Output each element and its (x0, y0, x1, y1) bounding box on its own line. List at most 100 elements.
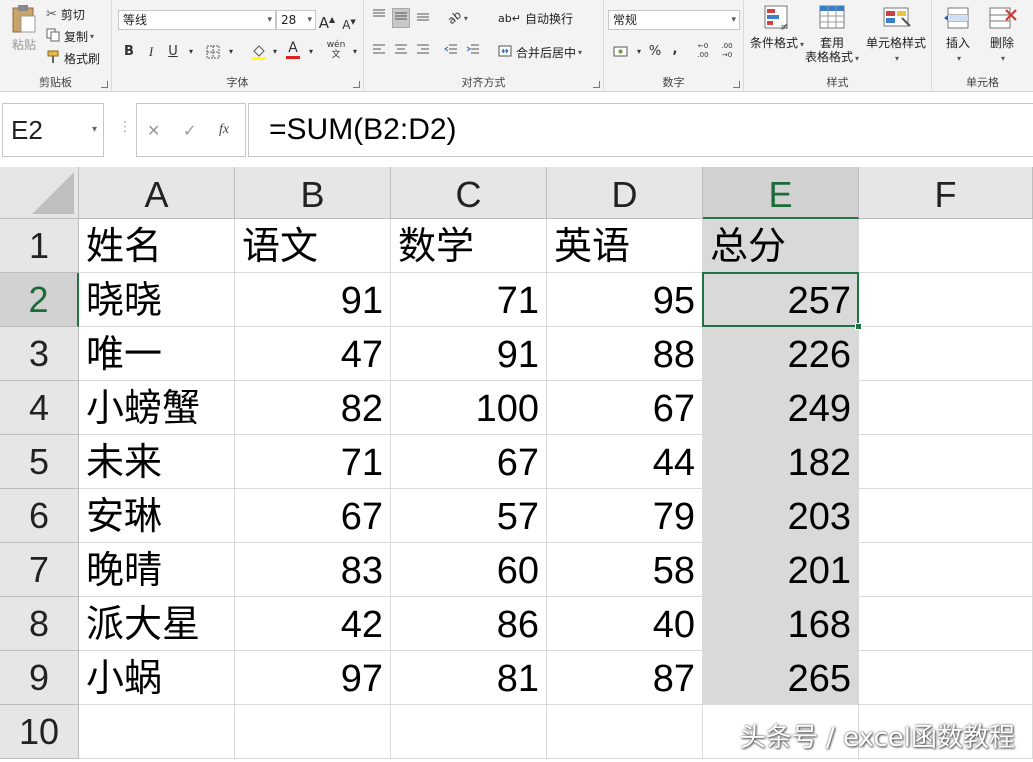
conditional-format-button[interactable]: ≠ 条件格式 ▾ (748, 4, 806, 52)
underline-dropdown-icon[interactable]: ▾ (182, 42, 200, 62)
cell-c1[interactable]: 数学 (391, 219, 547, 273)
cell-c4[interactable]: 100 (391, 381, 547, 435)
wrap-text-button[interactable]: ab↵ 自动换行 (498, 10, 573, 27)
fill-color-dropdown-icon[interactable]: ▾ (266, 42, 284, 62)
cell-f9[interactable] (859, 651, 1033, 705)
cell-c2[interactable]: 71 (391, 273, 547, 327)
cell-f8[interactable] (859, 597, 1033, 651)
cell-b2[interactable]: 91 (235, 273, 391, 327)
align-left-icon[interactable] (370, 42, 388, 62)
column-header-f[interactable]: F (859, 167, 1033, 219)
cell-a4[interactable]: 小螃蟹 (79, 381, 235, 435)
select-all-button[interactable] (0, 167, 79, 219)
cell-c5[interactable]: 67 (391, 435, 547, 489)
percent-button[interactable]: % (646, 42, 664, 62)
cell-d10[interactable] (547, 705, 703, 759)
row-header-8[interactable]: 8 (0, 597, 79, 651)
cell-a10[interactable] (79, 705, 235, 759)
row-header-2[interactable]: 2 (0, 273, 79, 327)
cell-d2[interactable]: 95 (547, 273, 703, 327)
drag-handle-icon[interactable]: ⋮ (118, 119, 132, 135)
font-color-icon[interactable]: A (284, 40, 302, 60)
cell-d8[interactable]: 40 (547, 597, 703, 651)
row-header-4[interactable]: 4 (0, 381, 79, 435)
column-header-b[interactable]: B (235, 167, 391, 219)
format-painter-button[interactable]: 格式刷 (46, 50, 100, 67)
font-color-dropdown-icon[interactable]: ▾ (302, 42, 320, 62)
font-size-select[interactable]: 28 ▾ (276, 10, 316, 30)
cell-e6[interactable]: 203 (703, 489, 859, 543)
row-header-6[interactable]: 6 (0, 489, 79, 543)
phonetic-icon[interactable]: wén 文 (324, 40, 348, 60)
number-format-select[interactable]: 常规 ▾ (608, 10, 740, 30)
italic-button[interactable]: I (142, 42, 160, 62)
merge-center-button[interactable]: 合并后居中 ▾ (498, 44, 582, 61)
cell-b8[interactable]: 42 (235, 597, 391, 651)
cell-f6[interactable] (859, 489, 1033, 543)
cell-c6[interactable]: 57 (391, 489, 547, 543)
cell-b10[interactable] (235, 705, 391, 759)
grow-font-button[interactable]: A▲ (318, 10, 336, 32)
cell-e5[interactable]: 182 (703, 435, 859, 489)
column-header-c[interactable]: C (391, 167, 547, 219)
cut-button[interactable]: ✂ 剪切 (46, 6, 85, 23)
cell-e8[interactable]: 168 (703, 597, 859, 651)
align-right-icon[interactable] (414, 42, 432, 62)
cell-b9[interactable]: 97 (235, 651, 391, 705)
delete-button[interactable]: 删除 ▾ (980, 4, 1024, 66)
column-header-e[interactable]: E (703, 167, 859, 219)
comma-button[interactable]: , (666, 40, 684, 60)
cell-a9[interactable]: 小蜗 (79, 651, 235, 705)
font-name-select[interactable]: 等线 ▾ (118, 10, 276, 30)
column-header-d[interactable]: D (547, 167, 703, 219)
cell-f1[interactable] (859, 219, 1033, 273)
cell-b7[interactable]: 83 (235, 543, 391, 597)
align-bottom-icon[interactable] (414, 8, 432, 28)
cancel-icon[interactable]: ✕ (147, 121, 160, 140)
orientation-icon[interactable]: ab▾ (445, 8, 470, 28)
increase-decimal-button[interactable]: ←0 .00 (692, 42, 714, 62)
increase-indent-icon[interactable] (464, 42, 482, 62)
name-box[interactable]: E2 ▾ (2, 103, 104, 157)
cell-d9[interactable]: 87 (547, 651, 703, 705)
copy-button[interactable]: 复制 ▾ (46, 28, 94, 45)
cell-c9[interactable]: 81 (391, 651, 547, 705)
decrease-indent-icon[interactable] (442, 42, 460, 62)
cell-e2[interactable]: 257 (703, 273, 859, 327)
paste-button[interactable]: 粘贴 (4, 4, 44, 52)
enter-icon[interactable]: ✓ (183, 121, 196, 140)
cell-b5[interactable]: 71 (235, 435, 391, 489)
fill-handle[interactable] (855, 323, 862, 330)
alignment-launcher-icon[interactable] (593, 81, 600, 88)
insert-function-icon[interactable]: fx (219, 122, 229, 138)
cell-d7[interactable]: 58 (547, 543, 703, 597)
cell-c3[interactable]: 91 (391, 327, 547, 381)
borders-dropdown-icon[interactable]: ▾ (222, 42, 240, 62)
cell-c10[interactable] (391, 705, 547, 759)
cell-a3[interactable]: 唯一 (79, 327, 235, 381)
insert-button[interactable]: 插入 ▾ (936, 4, 980, 66)
cell-b3[interactable]: 47 (235, 327, 391, 381)
chevron-down-icon[interactable]: ▾ (92, 104, 97, 156)
cell-f4[interactable] (859, 381, 1033, 435)
decrease-decimal-button[interactable]: .00 →0 (716, 42, 738, 62)
number-launcher-icon[interactable] (733, 81, 740, 88)
column-header-a[interactable]: A (79, 167, 235, 219)
cell-f7[interactable] (859, 543, 1033, 597)
font-launcher-icon[interactable] (353, 81, 360, 88)
cell-f5[interactable] (859, 435, 1033, 489)
cell-f2[interactable] (859, 273, 1033, 327)
cell-a7[interactable]: 晚晴 (79, 543, 235, 597)
shrink-font-button[interactable]: A▼ (340, 12, 358, 32)
cell-a1[interactable]: 姓名 (79, 219, 235, 273)
cell-e9[interactable]: 265 (703, 651, 859, 705)
cell-d1[interactable]: 英语 (547, 219, 703, 273)
align-middle-icon[interactable] (392, 8, 410, 28)
cell-b6[interactable]: 67 (235, 489, 391, 543)
cell-e1[interactable]: 总分 (703, 219, 859, 273)
cell-d4[interactable]: 67 (547, 381, 703, 435)
cell-d6[interactable]: 79 (547, 489, 703, 543)
row-header-10[interactable]: 10 (0, 705, 79, 759)
cell-c7[interactable]: 60 (391, 543, 547, 597)
cell-c8[interactable]: 86 (391, 597, 547, 651)
